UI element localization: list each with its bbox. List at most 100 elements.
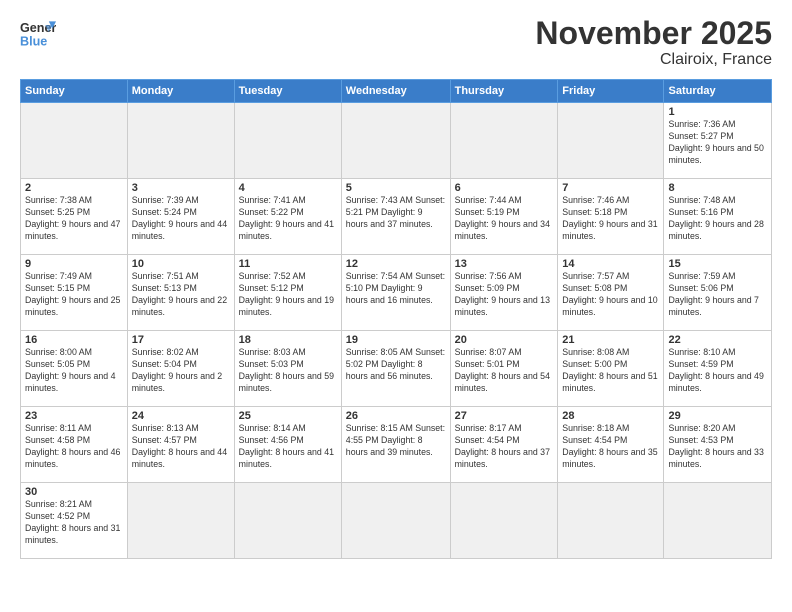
- calendar-cell: 25Sunrise: 8:14 AM Sunset: 4:56 PM Dayli…: [234, 407, 341, 483]
- calendar-cell: 4Sunrise: 7:41 AM Sunset: 5:22 PM Daylig…: [234, 179, 341, 255]
- day-info: Sunrise: 8:17 AM Sunset: 4:54 PM Dayligh…: [455, 423, 554, 471]
- header-monday: Monday: [127, 80, 234, 103]
- day-number: 9: [25, 258, 123, 270]
- day-number: 27: [455, 410, 554, 422]
- calendar-cell: 2Sunrise: 7:38 AM Sunset: 5:25 PM Daylig…: [21, 179, 128, 255]
- header-thursday: Thursday: [450, 80, 558, 103]
- calendar-title: November 2025: [535, 16, 772, 51]
- day-number: 2: [25, 182, 123, 194]
- day-info: Sunrise: 8:21 AM Sunset: 4:52 PM Dayligh…: [25, 499, 123, 547]
- title-block: November 2025 Clairoix, France: [535, 16, 772, 69]
- calendar-cell: 21Sunrise: 8:08 AM Sunset: 5:00 PM Dayli…: [558, 331, 664, 407]
- calendar-cell: 3Sunrise: 7:39 AM Sunset: 5:24 PM Daylig…: [127, 179, 234, 255]
- header-tuesday: Tuesday: [234, 80, 341, 103]
- day-number: 13: [455, 258, 554, 270]
- day-info: Sunrise: 7:52 AM Sunset: 5:12 PM Dayligh…: [239, 271, 337, 319]
- day-info: Sunrise: 7:38 AM Sunset: 5:25 PM Dayligh…: [25, 195, 123, 243]
- calendar-cell: [558, 483, 664, 559]
- day-info: Sunrise: 8:13 AM Sunset: 4:57 PM Dayligh…: [132, 423, 230, 471]
- calendar-cell: 22Sunrise: 8:10 AM Sunset: 4:59 PM Dayli…: [664, 331, 772, 407]
- day-number: 19: [346, 334, 446, 346]
- calendar-cell: 15Sunrise: 7:59 AM Sunset: 5:06 PM Dayli…: [664, 255, 772, 331]
- header-sunday: Sunday: [21, 80, 128, 103]
- day-number: 4: [239, 182, 337, 194]
- day-info: Sunrise: 8:18 AM Sunset: 4:54 PM Dayligh…: [562, 423, 659, 471]
- day-number: 25: [239, 410, 337, 422]
- calendar-cell: 11Sunrise: 7:52 AM Sunset: 5:12 PM Dayli…: [234, 255, 341, 331]
- day-info: Sunrise: 7:56 AM Sunset: 5:09 PM Dayligh…: [455, 271, 554, 319]
- day-info: Sunrise: 8:02 AM Sunset: 5:04 PM Dayligh…: [132, 347, 230, 395]
- page: General Blue November 2025 Clairoix, Fra…: [0, 0, 792, 612]
- calendar-table: Sunday Monday Tuesday Wednesday Thursday…: [20, 79, 772, 559]
- day-info: Sunrise: 8:20 AM Sunset: 4:53 PM Dayligh…: [668, 423, 767, 471]
- calendar-cell: 6Sunrise: 7:44 AM Sunset: 5:19 PM Daylig…: [450, 179, 558, 255]
- day-number: 21: [562, 334, 659, 346]
- day-info: Sunrise: 7:39 AM Sunset: 5:24 PM Dayligh…: [132, 195, 230, 243]
- calendar-cell: [127, 483, 234, 559]
- day-number: 24: [132, 410, 230, 422]
- day-number: 22: [668, 334, 767, 346]
- calendar-cell: [341, 103, 450, 179]
- day-info: Sunrise: 7:44 AM Sunset: 5:19 PM Dayligh…: [455, 195, 554, 243]
- calendar-cell: [664, 483, 772, 559]
- day-info: Sunrise: 8:08 AM Sunset: 5:00 PM Dayligh…: [562, 347, 659, 395]
- calendar-cell: [234, 103, 341, 179]
- calendar-cell: 30Sunrise: 8:21 AM Sunset: 4:52 PM Dayli…: [21, 483, 128, 559]
- calendar-cell: 10Sunrise: 7:51 AM Sunset: 5:13 PM Dayli…: [127, 255, 234, 331]
- calendar-cell: 23Sunrise: 8:11 AM Sunset: 4:58 PM Dayli…: [21, 407, 128, 483]
- day-number: 12: [346, 258, 446, 270]
- day-number: 16: [25, 334, 123, 346]
- header-wednesday: Wednesday: [341, 80, 450, 103]
- day-number: 28: [562, 410, 659, 422]
- day-info: Sunrise: 7:59 AM Sunset: 5:06 PM Dayligh…: [668, 271, 767, 319]
- header: General Blue November 2025 Clairoix, Fra…: [20, 16, 772, 69]
- calendar-cell: 28Sunrise: 8:18 AM Sunset: 4:54 PM Dayli…: [558, 407, 664, 483]
- header-saturday: Saturday: [664, 80, 772, 103]
- weekday-header-row: Sunday Monday Tuesday Wednesday Thursday…: [21, 80, 772, 103]
- calendar-cell: 1Sunrise: 7:36 AM Sunset: 5:27 PM Daylig…: [664, 103, 772, 179]
- calendar-cell: 14Sunrise: 7:57 AM Sunset: 5:08 PM Dayli…: [558, 255, 664, 331]
- svg-text:Blue: Blue: [20, 35, 47, 49]
- day-number: 18: [239, 334, 337, 346]
- day-number: 23: [25, 410, 123, 422]
- day-info: Sunrise: 7:46 AM Sunset: 5:18 PM Dayligh…: [562, 195, 659, 243]
- day-info: Sunrise: 7:49 AM Sunset: 5:15 PM Dayligh…: [25, 271, 123, 319]
- day-number: 20: [455, 334, 554, 346]
- calendar-cell: 9Sunrise: 7:49 AM Sunset: 5:15 PM Daylig…: [21, 255, 128, 331]
- day-number: 6: [455, 182, 554, 194]
- day-info: Sunrise: 8:15 AM Sunset: 4:55 PM Dayligh…: [346, 423, 446, 459]
- calendar-cell: 12Sunrise: 7:54 AM Sunset: 5:10 PM Dayli…: [341, 255, 450, 331]
- calendar-cell: [450, 103, 558, 179]
- day-number: 30: [25, 486, 123, 498]
- day-info: Sunrise: 7:41 AM Sunset: 5:22 PM Dayligh…: [239, 195, 337, 243]
- logo: General Blue: [20, 16, 56, 52]
- day-info: Sunrise: 8:14 AM Sunset: 4:56 PM Dayligh…: [239, 423, 337, 471]
- day-number: 5: [346, 182, 446, 194]
- header-friday: Friday: [558, 80, 664, 103]
- day-info: Sunrise: 8:11 AM Sunset: 4:58 PM Dayligh…: [25, 423, 123, 471]
- day-number: 7: [562, 182, 659, 194]
- day-number: 8: [668, 182, 767, 194]
- calendar-cell: [127, 103, 234, 179]
- calendar-cell: 29Sunrise: 8:20 AM Sunset: 4:53 PM Dayli…: [664, 407, 772, 483]
- day-number: 1: [668, 106, 767, 118]
- day-number: 29: [668, 410, 767, 422]
- calendar-cell: [450, 483, 558, 559]
- day-number: 11: [239, 258, 337, 270]
- day-info: Sunrise: 7:43 AM Sunset: 5:21 PM Dayligh…: [346, 195, 446, 231]
- calendar-cell: [341, 483, 450, 559]
- calendar-cell: 8Sunrise: 7:48 AM Sunset: 5:16 PM Daylig…: [664, 179, 772, 255]
- calendar-cell: 17Sunrise: 8:02 AM Sunset: 5:04 PM Dayli…: [127, 331, 234, 407]
- calendar-cell: 7Sunrise: 7:46 AM Sunset: 5:18 PM Daylig…: [558, 179, 664, 255]
- calendar-cell: 5Sunrise: 7:43 AM Sunset: 5:21 PM Daylig…: [341, 179, 450, 255]
- day-info: Sunrise: 8:07 AM Sunset: 5:01 PM Dayligh…: [455, 347, 554, 395]
- day-info: Sunrise: 7:36 AM Sunset: 5:27 PM Dayligh…: [668, 119, 767, 167]
- day-number: 26: [346, 410, 446, 422]
- calendar-cell: 27Sunrise: 8:17 AM Sunset: 4:54 PM Dayli…: [450, 407, 558, 483]
- calendar-cell: 19Sunrise: 8:05 AM Sunset: 5:02 PM Dayli…: [341, 331, 450, 407]
- day-number: 14: [562, 258, 659, 270]
- day-info: Sunrise: 7:51 AM Sunset: 5:13 PM Dayligh…: [132, 271, 230, 319]
- calendar-cell: [21, 103, 128, 179]
- day-number: 3: [132, 182, 230, 194]
- calendar-cell: 18Sunrise: 8:03 AM Sunset: 5:03 PM Dayli…: [234, 331, 341, 407]
